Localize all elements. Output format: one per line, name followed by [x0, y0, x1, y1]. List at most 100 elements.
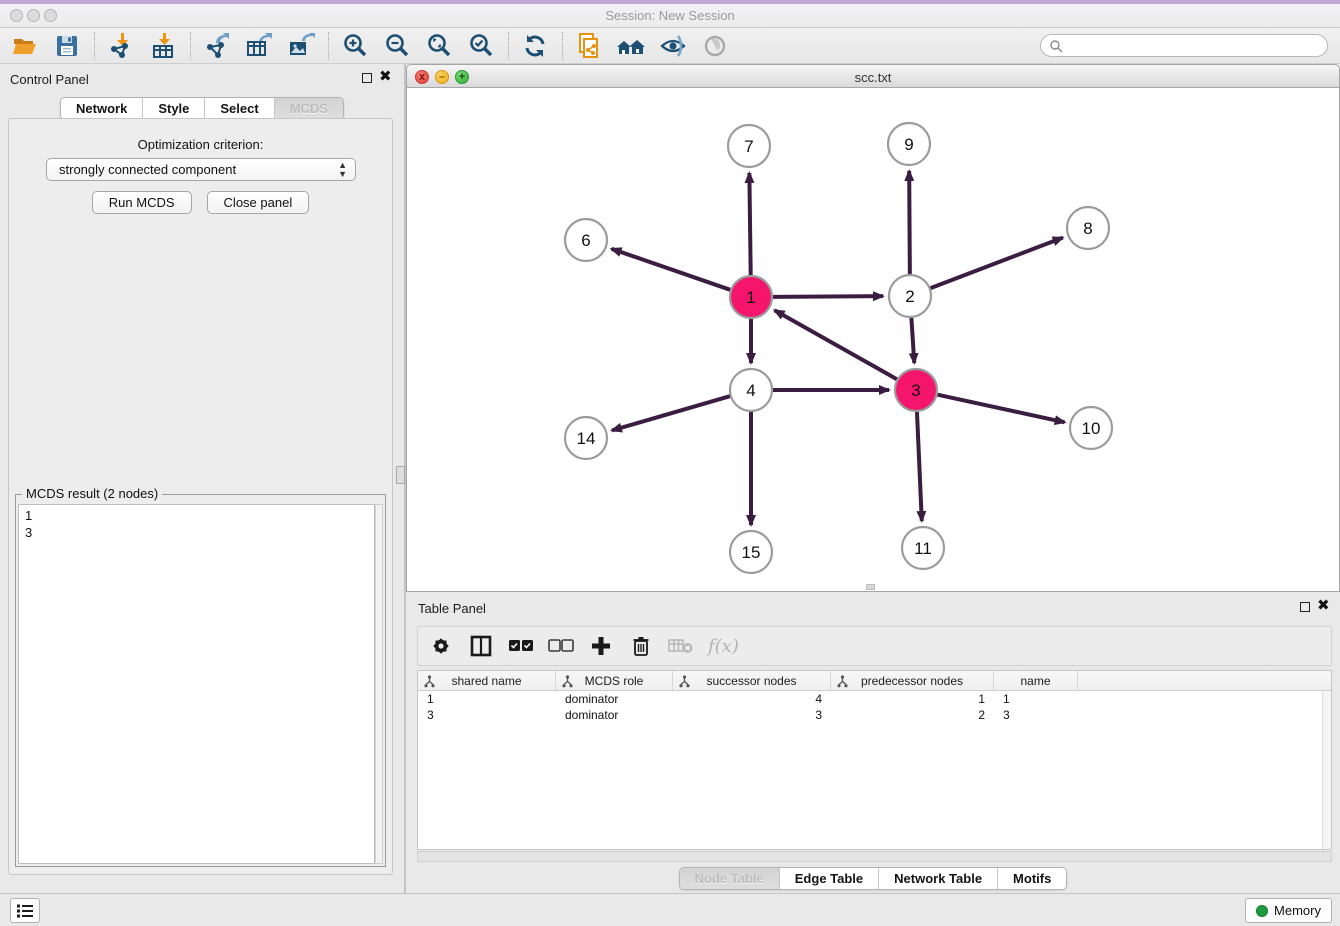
column-header-shared-name[interactable]: shared name — [418, 671, 556, 690]
tab-select[interactable]: Select — [205, 98, 274, 119]
table-cell[interactable]: 1 — [994, 691, 1078, 707]
node-label: 1 — [746, 288, 755, 307]
table-cell[interactable]: 3 — [994, 707, 1078, 723]
network-canvas[interactable]: 7 9 6 8 1 2 4 3 14 10 15 11 — [406, 88, 1340, 592]
network-window-titlebar[interactable]: x – + scc.txt — [406, 64, 1340, 88]
import-table-button[interactable] — [146, 31, 180, 61]
table-cell[interactable]: dominator — [556, 707, 673, 723]
node-15[interactable]: 15 — [730, 531, 772, 573]
table-row[interactable]: 3dominator323 — [418, 707, 1331, 723]
column-header-successor-nodes[interactable]: successor nodes — [673, 671, 831, 690]
network-graph[interactable]: 7 9 6 8 1 2 4 3 14 10 15 11 — [407, 88, 1339, 590]
column-header-MCDS-role[interactable]: MCDS role — [556, 671, 673, 690]
deselect-all-rows-button[interactable] — [548, 633, 574, 659]
open-session-button[interactable] — [8, 31, 42, 61]
hide-panel-button[interactable] — [656, 31, 690, 61]
edge-2-3[interactable] — [911, 318, 914, 363]
tab-mcds[interactable]: MCDS — [275, 98, 343, 119]
criterion-select[interactable]: strongly connected component ▲▼ — [46, 158, 356, 181]
show-columns-button[interactable] — [468, 633, 494, 659]
table-cell[interactable]: 3 — [418, 707, 556, 723]
table-row[interactable]: 1dominator411 — [418, 691, 1331, 707]
table-cell[interactable]: 1 — [418, 691, 556, 707]
node-3[interactable]: 3 — [895, 369, 937, 411]
table-cell[interactable]: dominator — [556, 691, 673, 707]
import-network-icon — [108, 33, 134, 59]
table-hscrollbar[interactable] — [417, 851, 1332, 862]
home-layout-button[interactable] — [614, 31, 648, 61]
toggle-view-button[interactable] — [698, 31, 732, 61]
export-table-button[interactable] — [242, 31, 276, 61]
network-hscroll-handle[interactable] — [866, 584, 875, 590]
delete-column-button[interactable] — [628, 633, 654, 659]
tab-network-table[interactable]: Network Table — [879, 868, 998, 889]
float-panel-icon[interactable] — [362, 73, 372, 83]
export-network-button[interactable] — [200, 31, 234, 61]
duplicate-network-button[interactable] — [572, 31, 606, 61]
node-7[interactable]: 7 — [728, 125, 770, 167]
edge-2-9[interactable] — [909, 171, 910, 274]
delete-table-button[interactable] — [668, 633, 694, 659]
home-icon — [616, 33, 646, 59]
table-scrollbar[interactable] — [1322, 691, 1331, 849]
zoom-fit-button[interactable] — [422, 31, 456, 61]
column-header-name[interactable]: name — [994, 671, 1078, 690]
memory-button[interactable]: Memory — [1245, 898, 1332, 923]
refresh-layout-button[interactable] — [518, 31, 552, 61]
tab-style[interactable]: Style — [143, 98, 205, 119]
mcds-result-title: MCDS result (2 nodes) — [22, 486, 162, 501]
edge-1-6[interactable] — [612, 249, 731, 290]
node-6[interactable]: 6 — [565, 219, 607, 261]
export-image-button[interactable] — [284, 31, 318, 61]
table-close-icon[interactable]: ✖ — [1317, 597, 1330, 615]
zoom-selected-button[interactable] — [464, 31, 498, 61]
column-header-predecessor-nodes[interactable]: predecessor nodes — [831, 671, 994, 690]
import-network-button[interactable] — [104, 31, 138, 61]
table-cell[interactable]: 2 — [831, 707, 994, 723]
table-float-icon[interactable] — [1300, 602, 1310, 612]
node-11[interactable]: 11 — [902, 527, 944, 569]
node-10[interactable]: 10 — [1070, 407, 1112, 449]
run-mcds-button[interactable]: Run MCDS — [92, 191, 192, 214]
table-cell[interactable]: 1 — [831, 691, 994, 707]
node-label: 8 — [1083, 219, 1092, 238]
tab-network[interactable]: Network — [61, 98, 143, 119]
eye-disabled-icon — [702, 33, 728, 59]
panel-divider-handle[interactable] — [396, 466, 405, 484]
node-8[interactable]: 8 — [1067, 207, 1109, 249]
table-settings-button[interactable] — [428, 633, 454, 659]
node-14[interactable]: 14 — [565, 417, 607, 459]
result-scrollbar[interactable] — [375, 504, 383, 864]
tab-motifs[interactable]: Motifs — [998, 868, 1066, 889]
node-2[interactable]: 2 — [889, 275, 931, 317]
search-input[interactable] — [1040, 34, 1328, 57]
list-icon — [15, 902, 35, 920]
edge-3-10[interactable] — [937, 395, 1064, 423]
edge-1-2[interactable] — [773, 296, 883, 297]
edge-4-14[interactable] — [612, 396, 730, 430]
save-session-button[interactable] — [50, 31, 84, 61]
control-panel-tabs: NetworkStyleSelectMCDS — [60, 97, 344, 120]
function-builder-button[interactable]: f(x) — [708, 636, 739, 657]
node-table[interactable]: shared nameMCDS rolesuccessor nodesprede… — [417, 670, 1332, 850]
mcds-result-text[interactable]: 1 3 — [18, 504, 375, 864]
select-all-rows-button[interactable] — [508, 633, 534, 659]
table-cell[interactable]: 4 — [673, 691, 831, 707]
node-1[interactable]: 1 — [730, 276, 772, 318]
zoom-in-button[interactable] — [338, 31, 372, 61]
node-4[interactable]: 4 — [730, 369, 772, 411]
close-panel-icon[interactable]: ✖ — [379, 68, 392, 86]
table-cell[interactable]: 3 — [673, 707, 831, 723]
node-9[interactable]: 9 — [888, 123, 930, 165]
edge-3-1[interactable] — [775, 310, 897, 379]
add-column-button[interactable] — [588, 633, 614, 659]
tab-node-table[interactable]: Node Table — [680, 868, 780, 889]
close-panel-button[interactable]: Close panel — [207, 191, 310, 214]
task-history-button[interactable] — [10, 898, 40, 923]
zoom-out-button[interactable] — [380, 31, 414, 61]
edge-1-7[interactable] — [749, 173, 750, 275]
edge-2-8[interactable] — [931, 238, 1063, 289]
tab-edge-table[interactable]: Edge Table — [780, 868, 879, 889]
table-header-row: shared nameMCDS rolesuccessor nodesprede… — [418, 671, 1331, 691]
edge-3-11[interactable] — [917, 412, 922, 521]
